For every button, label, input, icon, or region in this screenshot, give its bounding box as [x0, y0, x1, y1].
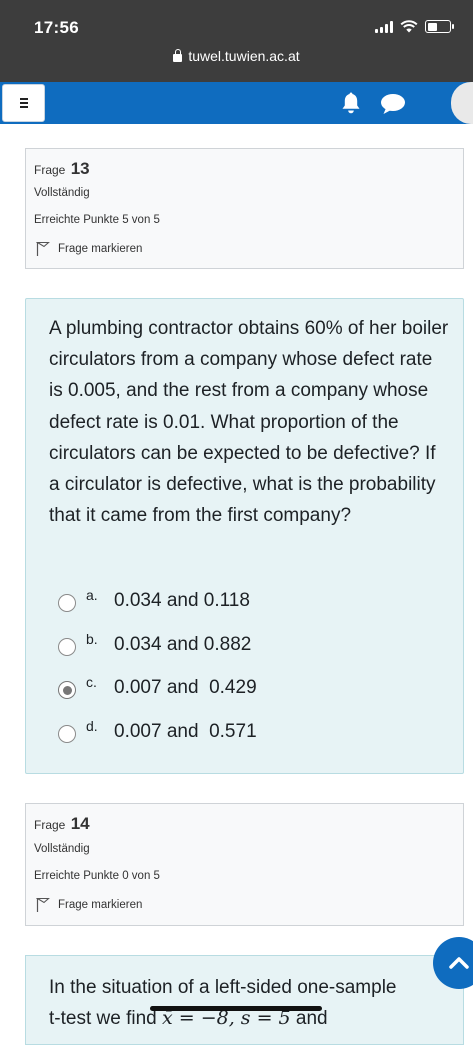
- chevron-up-icon: [449, 957, 469, 969]
- question-text: In the situation of a left-sided one-sam…: [49, 977, 397, 1029]
- radio-button-selected[interactable]: [58, 681, 76, 699]
- radio-button[interactable]: [58, 637, 76, 656]
- answer-text: 0.007 and 0.429: [114, 677, 257, 698]
- lock-icon: [173, 49, 183, 62]
- answer-letter: a.: [86, 587, 98, 603]
- flag-icon: [36, 897, 50, 912]
- hamburger-icon: [19, 98, 28, 108]
- strikethrough-mark: [150, 1006, 322, 1011]
- radio-button[interactable]: [58, 724, 76, 743]
- url-bar[interactable]: tuwel.tuwien.ac.at: [0, 48, 473, 64]
- question-text: A plumbing contractor obtains 60% of her…: [49, 318, 449, 527]
- chat-icon[interactable]: [380, 93, 406, 115]
- flag-question-link[interactable]: Frage markieren: [36, 897, 142, 913]
- radio-button[interactable]: [58, 594, 76, 612]
- question-grade: Erreichte Punkte 5 von 5: [34, 214, 160, 226]
- flag-label: Frage markieren: [58, 899, 143, 911]
- answer-letter: d.: [86, 717, 98, 734]
- question-state: Vollständig: [34, 843, 90, 855]
- signal-icon: [375, 20, 393, 33]
- question-number: Frage 14: [34, 814, 90, 833]
- bell-icon[interactable]: [340, 91, 362, 115]
- question-13-content: A plumbing contractor obtains 60% of her…: [25, 298, 464, 774]
- answer-letter: b.: [86, 630, 98, 647]
- flag-icon: [36, 241, 50, 256]
- answer-letter: c.: [86, 674, 97, 690]
- flag-label: Frage markieren: [58, 243, 143, 255]
- wifi-icon: [400, 20, 418, 33]
- question-number: Frage 13: [34, 159, 90, 178]
- flag-question-link[interactable]: Frage markieren: [36, 241, 142, 257]
- battery-icon: [425, 20, 454, 33]
- system-icons: [375, 20, 454, 33]
- question-14-content: In the situation of a left-sided one-sam…: [25, 955, 464, 1045]
- url-text: tuwel.tuwien.ac.at: [188, 48, 300, 64]
- user-avatar[interactable]: [451, 82, 473, 124]
- question-grade: Erreichte Punkte 0 von 5: [34, 870, 160, 882]
- clock: 17:56: [34, 18, 79, 37]
- answer-text: 0.034 and 0.118: [114, 590, 250, 611]
- question-13-info: Frage 13 Vollständig Erreichte Punkte 5 …: [25, 148, 464, 269]
- question-14-info: Frage 14 Vollständig Erreichte Punkte 0 …: [25, 803, 464, 926]
- answer-text: 0.007 and 0.571: [114, 720, 257, 742]
- question-state: Vollständig: [34, 187, 90, 199]
- menu-button[interactable]: [2, 84, 45, 122]
- top-navbar: [0, 82, 473, 124]
- browser-status-bar: 17:56 tuwel.tuwien.ac.at: [0, 0, 473, 82]
- answer-text: 0.034 and 0.882: [114, 633, 252, 655]
